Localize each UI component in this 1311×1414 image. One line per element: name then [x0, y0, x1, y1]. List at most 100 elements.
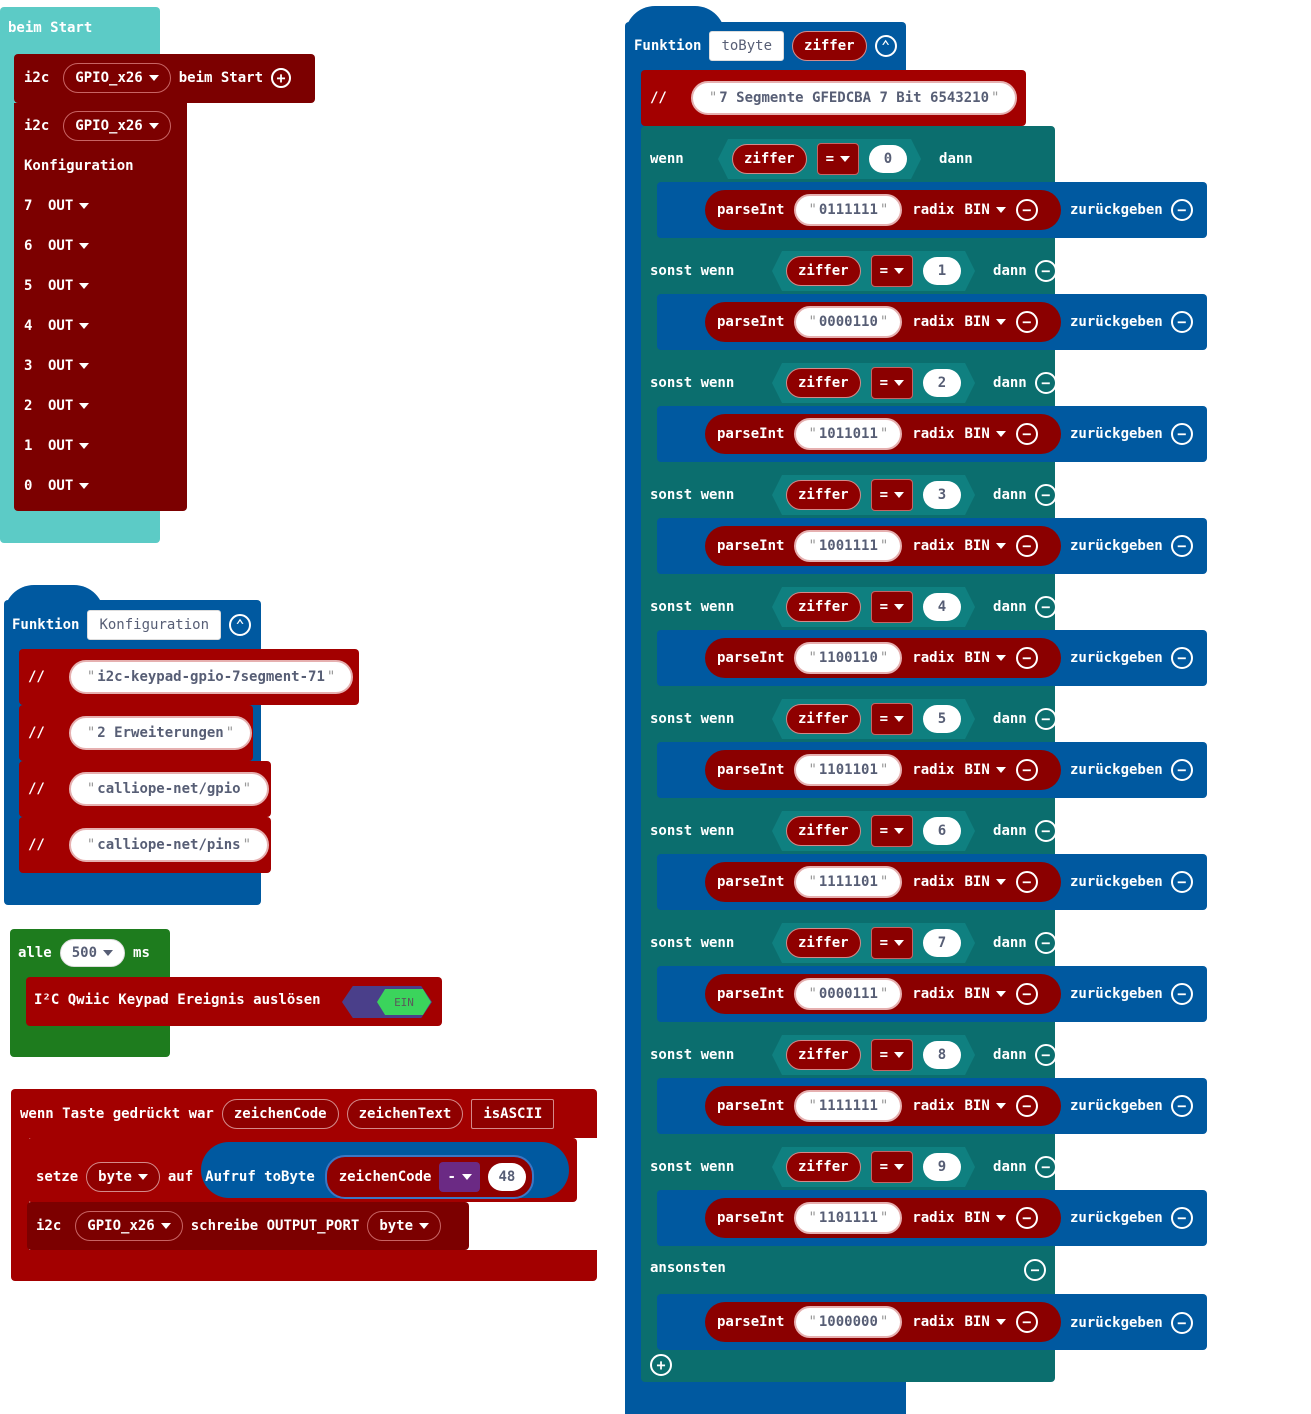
- compare-operator-dropdown[interactable]: =: [871, 1039, 913, 1071]
- radix-dropdown[interactable]: BIN: [964, 874, 1006, 890]
- function-name-field[interactable]: Konfiguration: [87, 610, 222, 640]
- remove-icon[interactable]: −: [1170, 423, 1193, 445]
- remove-icon[interactable]: −: [1015, 1095, 1038, 1117]
- device-dropdown[interactable]: GPIO_x26: [63, 63, 171, 93]
- parseint-block[interactable]: parseInt " 0000111 " radix BIN −: [705, 974, 1061, 1014]
- pin-mode-dropdown[interactable]: OUT: [48, 478, 90, 494]
- function-name-field[interactable]: toByte: [709, 31, 785, 61]
- radix-dropdown[interactable]: BIN: [964, 986, 1006, 1002]
- remove-icon[interactable]: −: [1034, 260, 1057, 282]
- radix-dropdown[interactable]: BIN: [964, 762, 1006, 778]
- subtract-block[interactable]: zeichenCode - 48: [324, 1155, 534, 1199]
- compare-block[interactable]: ziffer = 2: [772, 363, 975, 403]
- remove-icon[interactable]: −: [1034, 484, 1057, 506]
- comment-text[interactable]: " 2 Erweiterungen ": [68, 716, 253, 750]
- remove-icon[interactable]: −: [1015, 423, 1038, 445]
- compare-block[interactable]: ziffer = 3: [772, 475, 975, 515]
- bits-string[interactable]: " 1000000 ": [794, 1306, 903, 1338]
- remove-icon[interactable]: −: [1170, 1207, 1193, 1229]
- radix-dropdown[interactable]: BIN: [964, 650, 1006, 666]
- bits-string[interactable]: " 0000111 ": [794, 978, 903, 1010]
- pin-mode-dropdown[interactable]: OUT: [48, 238, 90, 254]
- param-ziffer[interactable]: ziffer: [792, 31, 867, 61]
- remove-icon[interactable]: −: [1015, 311, 1038, 333]
- digit-number[interactable]: 4: [923, 593, 961, 621]
- compare-operator-dropdown[interactable]: =: [817, 143, 859, 175]
- remove-icon[interactable]: −: [1034, 596, 1057, 618]
- digit-number[interactable]: 6: [923, 817, 961, 845]
- parseint-block[interactable]: parseInt " 1101101 " radix BIN −: [705, 750, 1061, 790]
- compare-operator-dropdown[interactable]: =: [871, 703, 913, 735]
- collapse-icon[interactable]: ⌃: [229, 614, 252, 636]
- remove-icon[interactable]: −: [1015, 759, 1038, 781]
- variable-dropdown[interactable]: byte: [86, 1162, 160, 1192]
- remove-icon[interactable]: −: [1015, 871, 1038, 893]
- parseint-block[interactable]: parseInt " 1111111 " radix BIN −: [705, 1086, 1061, 1126]
- operator-dropdown[interactable]: -: [439, 1162, 480, 1192]
- remove-icon[interactable]: −: [1170, 1312, 1193, 1334]
- radix-dropdown[interactable]: BIN: [964, 426, 1006, 442]
- radix-dropdown[interactable]: BIN: [964, 1314, 1006, 1330]
- parseint-block[interactable]: parseInt " 1101111 " radix BIN −: [705, 1198, 1061, 1238]
- bits-string[interactable]: " 1101111 ": [794, 1202, 903, 1234]
- parseint-block[interactable]: parseInt " 1001111 " radix BIN −: [705, 526, 1061, 566]
- param-isascii[interactable]: isASCII: [471, 1099, 555, 1129]
- pin-mode-dropdown[interactable]: OUT: [48, 198, 90, 214]
- radix-dropdown[interactable]: BIN: [964, 538, 1006, 554]
- bits-string[interactable]: " 0111111 ": [794, 194, 903, 226]
- parseint-block[interactable]: parseInt " 1011011 " radix BIN −: [705, 414, 1061, 454]
- remove-icon[interactable]: −: [1015, 1311, 1038, 1333]
- remove-icon[interactable]: −: [1170, 199, 1193, 221]
- digit-number[interactable]: 8: [923, 1041, 961, 1069]
- var-ziffer[interactable]: ziffer: [786, 1040, 861, 1070]
- remove-icon[interactable]: −: [1170, 1095, 1193, 1117]
- radix-dropdown[interactable]: BIN: [964, 202, 1006, 218]
- radix-dropdown[interactable]: BIN: [964, 314, 1006, 330]
- bits-string[interactable]: " 1100110 ": [794, 642, 903, 674]
- write-variable-dropdown[interactable]: byte: [367, 1211, 442, 1241]
- var-ziffer[interactable]: ziffer: [786, 928, 861, 958]
- param-zeichentext[interactable]: zeichenText: [346, 1099, 464, 1129]
- remove-icon[interactable]: −: [1170, 535, 1193, 557]
- remove-icon[interactable]: −: [1034, 1156, 1057, 1178]
- remove-icon[interactable]: −: [1015, 983, 1038, 1005]
- bits-string[interactable]: " 0000110 ": [794, 306, 903, 338]
- plus-icon[interactable]: +: [271, 68, 292, 88]
- var-ziffer[interactable]: ziffer: [786, 592, 861, 622]
- bits-string[interactable]: " 1101101 ": [794, 754, 903, 786]
- compare-block[interactable]: ziffer = 8: [772, 1035, 975, 1075]
- device-dropdown[interactable]: GPIO_x26: [63, 111, 171, 141]
- pin-mode-dropdown[interactable]: OUT: [48, 438, 90, 454]
- comment-text[interactable]: " i2c-keypad-gpio-7segment-71 ": [68, 660, 354, 694]
- remove-icon[interactable]: −: [1034, 708, 1057, 730]
- var-ziffer[interactable]: ziffer: [786, 480, 861, 510]
- remove-icon[interactable]: −: [1170, 759, 1193, 781]
- digit-number[interactable]: 1: [923, 257, 961, 285]
- parseint-block[interactable]: parseInt " 1100110 " radix BIN −: [705, 638, 1061, 678]
- operand-number[interactable]: 48: [487, 1163, 526, 1191]
- compare-block[interactable]: ziffer = 7: [772, 923, 975, 963]
- device-dropdown[interactable]: GPIO_x26: [75, 1211, 183, 1241]
- digit-number[interactable]: 7: [923, 929, 961, 957]
- compare-operator-dropdown[interactable]: =: [871, 815, 913, 847]
- compare-operator-dropdown[interactable]: =: [871, 255, 913, 287]
- remove-icon[interactable]: −: [1170, 983, 1193, 1005]
- remove-icon[interactable]: −: [1015, 1207, 1038, 1229]
- compare-block[interactable]: ziffer = 6: [772, 811, 975, 851]
- remove-icon[interactable]: −: [1170, 647, 1193, 669]
- compare-block[interactable]: ziffer = 4: [772, 587, 975, 627]
- arg-zeichencode[interactable]: zeichenCode: [339, 1169, 432, 1185]
- comment-text[interactable]: " calliope-net/gpio ": [68, 772, 270, 806]
- digit-number[interactable]: 2: [923, 369, 961, 397]
- compare-operator-dropdown[interactable]: =: [871, 927, 913, 959]
- compare-operator-dropdown[interactable]: =: [871, 367, 913, 399]
- remove-icon[interactable]: −: [1015, 199, 1038, 221]
- interval-dropdown[interactable]: 500: [59, 939, 126, 967]
- bits-string[interactable]: " 1001111 ": [794, 530, 903, 562]
- pin-mode-dropdown[interactable]: OUT: [48, 398, 90, 414]
- remove-icon[interactable]: −: [1015, 647, 1038, 669]
- parseint-block[interactable]: parseInt " 1111101 " radix BIN −: [705, 862, 1061, 902]
- add-branch-icon[interactable]: +: [650, 1354, 672, 1376]
- compare-block[interactable]: ziffer = 0: [718, 139, 921, 179]
- parseint-block[interactable]: parseInt " 0111111 " radix BIN −: [705, 190, 1061, 230]
